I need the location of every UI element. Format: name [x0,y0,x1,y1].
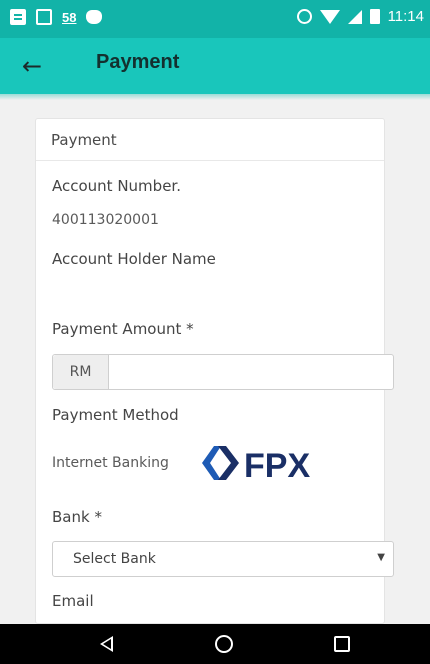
back-icon [100,636,113,652]
bank-label: Bank * [52,508,102,526]
bank-select-value: Select Bank [73,551,156,567]
fpx-logo-right-chevron [218,446,239,480]
message-icon [10,9,26,25]
account-number-value: 400113020001 [52,212,159,228]
image-icon [36,9,52,25]
status-system: 11:14 [296,8,424,25]
alarm-icon [296,9,312,24]
notification-count: 58 [62,9,77,25]
arrow-left-icon: ← [22,52,43,80]
signal-icon [347,9,362,24]
page-title: Payment [96,51,180,73]
back-button[interactable]: ← [22,48,58,84]
payment-amount-input[interactable] [110,355,393,389]
nav-back-button[interactable] [78,624,138,664]
status-bar: 58 11:14 [0,0,430,38]
card-header-title: Payment [51,131,117,149]
payment-method-label: Payment Method [52,406,179,424]
account-number-label: Account Number. [52,177,181,195]
payment-amount-group: RM [52,354,394,390]
recent-apps-icon [334,636,350,652]
wifi-icon [319,9,340,24]
nav-home-button[interactable] [194,624,254,664]
clock: 11:14 [387,8,424,25]
status-notifications: 58 [10,9,103,25]
bank-select[interactable]: Select Bank ▼ [52,541,394,577]
payment-amount-label: Payment Amount * [52,320,194,338]
app-bar [0,38,430,94]
fpx-logo: FPX [202,446,310,484]
battery-icon [369,9,380,24]
account-holder-label: Account Holder Name [52,250,216,268]
fpx-logo-left-chevron [202,446,221,480]
card-header: Payment [36,119,384,161]
email-label: Email [52,592,94,610]
currency-addon: RM [53,355,109,389]
android-icon [86,10,103,24]
fpx-logo-text: FPX [244,447,310,484]
payment-method-value: Internet Banking [52,455,169,471]
home-icon [215,635,233,653]
app-bar-shadow [0,94,430,100]
nav-recent-apps-button[interactable] [312,624,372,664]
navigation-bar [0,624,430,664]
chevron-down-icon: ▼ [377,552,385,563]
